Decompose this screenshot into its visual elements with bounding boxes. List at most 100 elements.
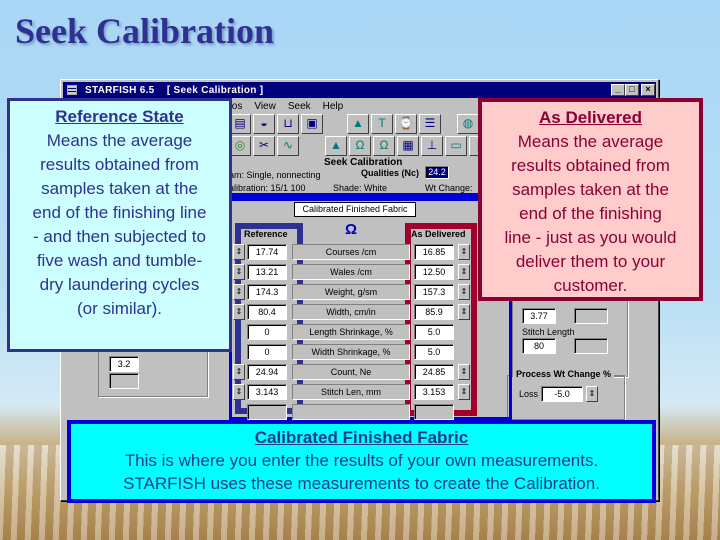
system-menu-icon[interactable]	[67, 85, 77, 95]
left-value-field[interactable]: 3.2	[109, 356, 139, 372]
delivered-callout-line: line - just as you would	[504, 228, 677, 247]
parameter-label: Width Shrinkage, %	[292, 344, 410, 360]
reference-spinner[interactable]: ⇕	[233, 264, 245, 280]
stitch-length-field[interactable]: 80	[522, 338, 556, 354]
reference-field[interactable]: 17.74	[247, 244, 287, 260]
machine-icon[interactable]: ⌚	[395, 114, 417, 134]
calibrated-callout-line: This is where you enter the results of y…	[124, 451, 599, 470]
bell-icon[interactable]: ▲	[325, 136, 347, 156]
reference-callout-line: samples taken at the	[41, 179, 198, 198]
reference-field[interactable]: 3.143	[247, 384, 287, 400]
delivered-field[interactable]: 85.9	[414, 304, 454, 320]
menu-item-seek[interactable]: Seek	[288, 101, 311, 112]
right-value-field[interactable]: 3.77	[522, 308, 556, 324]
calibrated-fabric-tab[interactable]: Calibrated Finished Fabric	[294, 202, 416, 217]
maximize-button[interactable]: □	[625, 84, 639, 96]
delivered-spinner[interactable]: ⇕	[458, 264, 470, 280]
reference-callout-line: - and then subjected to	[33, 227, 206, 246]
qualities-label: Qualities (Nc)	[361, 168, 420, 178]
reference-spinner[interactable]: ⇕	[233, 284, 245, 300]
scissors-icon[interactable]: ✂	[253, 136, 275, 156]
delivered-spinner[interactable]: ⇕	[458, 304, 470, 320]
delivered-field[interactable]: 157.3	[414, 284, 454, 300]
triangle-icon[interactable]: ▲	[347, 114, 369, 134]
reference-spinner[interactable]: ⇕	[233, 384, 245, 400]
parameter-label: Count, Ne	[292, 364, 410, 380]
target-icon[interactable]: ◎	[229, 136, 251, 156]
wave-icon[interactable]: ∿	[277, 136, 299, 156]
calibrated-fabric-callout: Calibrated Finished Fabric This is where…	[67, 420, 656, 503]
delivered-field[interactable]	[414, 404, 454, 420]
delivered-callout-line: end of the finishing	[519, 204, 662, 223]
program-label: am: Single, nonnecting	[229, 170, 321, 180]
delivered-callout-line: customer.	[553, 276, 628, 295]
toolbar-row-1: ▤ ◒ ⊔ ▣ ▲ T ⌚ ☰ ◍	[229, 114, 479, 134]
reference-callout-line: end of the finishing line	[32, 203, 207, 222]
reference-callout-line: dry laundering cycles	[39, 275, 200, 294]
delivered-field[interactable]: 24.85	[414, 364, 454, 380]
as-delivered-callout: As Delivered Means the average results o…	[478, 98, 703, 301]
reference-field[interactable]: 0	[247, 324, 287, 340]
process-wt-change-label: Process Wt Change %	[513, 369, 615, 379]
reference-callout-title: Reference State	[55, 107, 184, 126]
parameter-label: Courses /cm	[292, 244, 410, 260]
window-title: STARFISH 6.5 [ Seek Calibration ]	[85, 84, 264, 96]
fabric-icon[interactable]: ▤	[229, 114, 251, 134]
qualities-field[interactable]: 24.2	[425, 166, 449, 179]
reference-field[interactable]: 174.3	[247, 284, 287, 300]
reference-header: Reference	[244, 229, 288, 239]
reference-field[interactable]	[247, 404, 287, 420]
seek-calibration-group-label: Seek Calibration	[324, 157, 403, 168]
window-titlebar[interactable]: STARFISH 6.5 [ Seek Calibration ] _ □ ×	[63, 82, 656, 98]
reference-field[interactable]: 24.94	[247, 364, 287, 380]
bell-omega-icon[interactable]: Ω	[373, 136, 395, 156]
omega-icon: Ω	[345, 221, 358, 238]
shade-label: Shade: White	[333, 183, 388, 193]
roll-icon[interactable]: ◒	[253, 114, 275, 134]
menu-item-view[interactable]: View	[254, 101, 276, 112]
reference-state-callout: Reference State Means the average result…	[7, 98, 232, 352]
parameter-label: Weight, g/sm	[292, 284, 410, 300]
grid-icon[interactable]: ▦	[397, 136, 419, 156]
monitor-icon[interactable]: ▣	[301, 114, 323, 134]
delivered-spinner[interactable]: ⇕	[458, 244, 470, 260]
menu-item-help[interactable]: Help	[323, 101, 344, 112]
parameter-label: Length Shrinkage, %	[292, 324, 410, 340]
reference-field[interactable]: 0	[247, 344, 287, 360]
delivered-callout-line: deliver them to your	[515, 252, 666, 271]
reference-spinner[interactable]: ⇕	[233, 364, 245, 380]
calibrated-callout-title: Calibrated Finished Fabric	[254, 428, 469, 447]
loss-spinner[interactable]: ⇕	[586, 386, 598, 402]
globe-icon[interactable]: ◍	[457, 114, 479, 134]
screen-icon[interactable]: ▭	[445, 136, 467, 156]
reference-callout-line: (or similar).	[77, 299, 162, 318]
reference-spinner[interactable]: ⇕	[233, 304, 245, 320]
reference-spinner[interactable]: ⇕	[233, 244, 245, 260]
delivered-spinner[interactable]: ⇕	[458, 284, 470, 300]
delivered-field[interactable]: 3.153	[414, 384, 454, 400]
delivered-spinner[interactable]: ⇕	[458, 364, 470, 380]
delivered-field[interactable]: 5.0	[414, 344, 454, 360]
garment-icon[interactable]: T	[371, 114, 393, 134]
delivered-field[interactable]: 12.50	[414, 264, 454, 280]
computer-icon[interactable]: ⊥	[421, 136, 443, 156]
delivered-header: As Delivered	[411, 229, 466, 239]
dyeing-icon[interactable]: ⊔	[277, 114, 299, 134]
reference-field[interactable]: 13.21	[247, 264, 287, 280]
reference-field[interactable]: 80.4	[247, 304, 287, 320]
left-empty-field[interactable]	[109, 373, 139, 389]
loss-field[interactable]: -5.0	[541, 386, 583, 402]
calibrated-callout-line: STARFISH uses these measurements to crea…	[123, 474, 600, 493]
minimize-button[interactable]: _	[611, 84, 625, 96]
reference-callout-line: Means the average	[46, 131, 193, 150]
delivered-spinner[interactable]: ⇕	[458, 384, 470, 400]
table-icon[interactable]: ☰	[419, 114, 441, 134]
stitch-length-label: Stitch Length	[522, 327, 575, 337]
omega-icon[interactable]: Ω	[349, 136, 371, 156]
delivered-field[interactable]: 16.85	[414, 244, 454, 260]
close-button[interactable]: ×	[641, 84, 655, 96]
calibration-label: alibration: 15/1 100	[229, 183, 306, 193]
right-empty-field-2[interactable]	[574, 338, 608, 354]
right-empty-field-1[interactable]	[574, 308, 608, 324]
delivered-field[interactable]: 5.0	[414, 324, 454, 340]
